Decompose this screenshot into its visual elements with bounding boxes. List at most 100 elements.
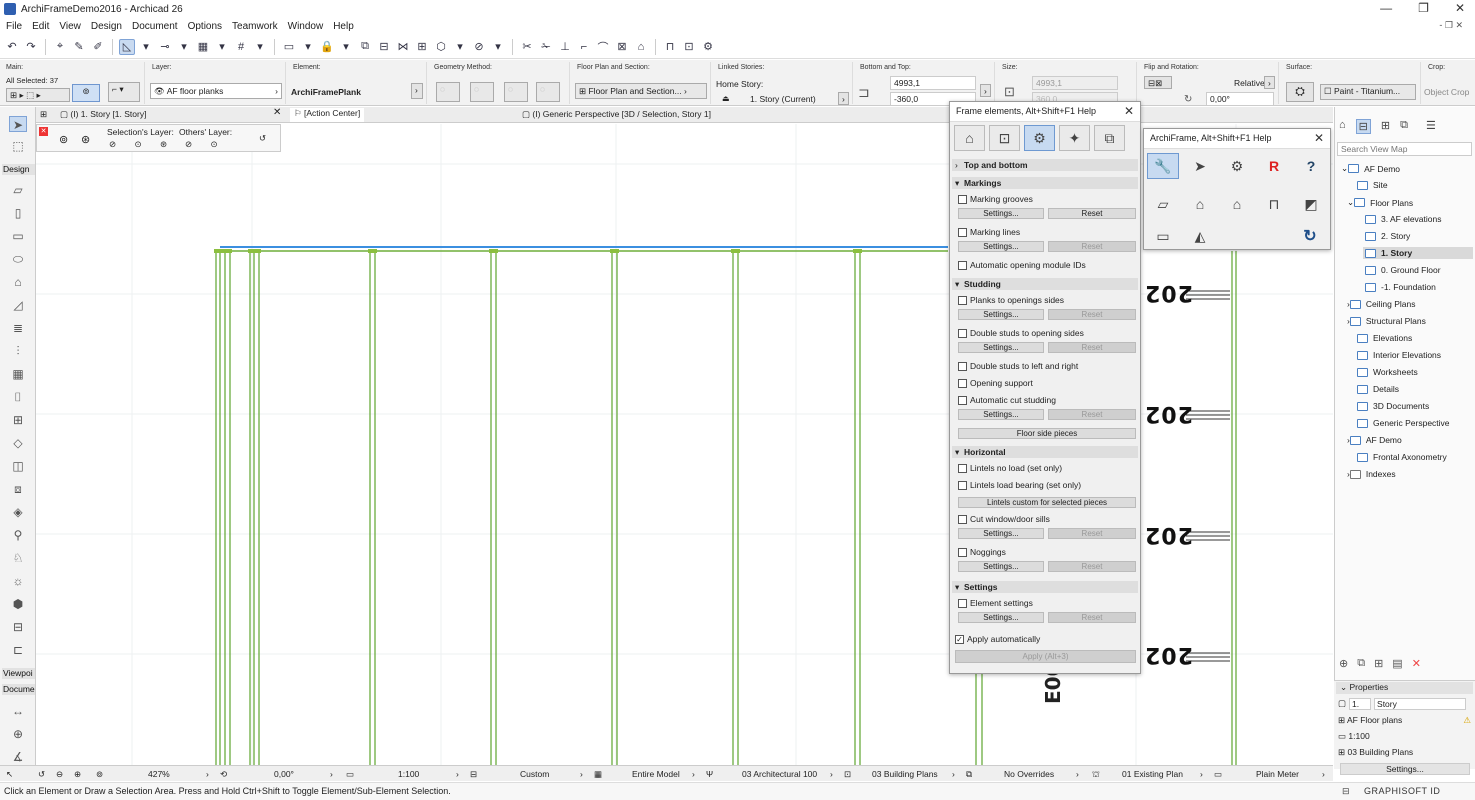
- refresh-icon[interactable]: ↻: [1294, 223, 1326, 249]
- menu-help[interactable]: Help: [333, 21, 354, 32]
- tile-icon[interactable]: ⊞: [40, 109, 47, 120]
- layer-view-icon[interactable]: ▭: [281, 39, 297, 55]
- archiframe-select-icon[interactable]: ➤: [1184, 153, 1216, 179]
- adjust-icon[interactable]: ⊥: [557, 39, 573, 55]
- wall-element-icon[interactable]: ⌂: [1184, 191, 1216, 217]
- section-settings[interactable]: Settings: [952, 581, 1138, 593]
- layout-book-icon[interactable]: ⊞: [1381, 119, 1390, 134]
- redo-icon[interactable]: ↷: [23, 39, 39, 55]
- fillet-icon[interactable]: ⌒: [595, 39, 611, 55]
- angle-dimension-tool-icon[interactable]: ∡: [9, 749, 27, 765]
- relative-arrow[interactable]: ›: [1264, 76, 1275, 89]
- frame-add-icon[interactable]: ✦: [1059, 125, 1090, 151]
- lamp-tool-icon[interactable]: ☼: [9, 573, 27, 589]
- auto-opening-ids-checkbox[interactable]: Automatic opening module IDs: [958, 260, 1086, 270]
- nav-item-af-elevations[interactable]: 3. AF elevations: [1365, 214, 1441, 224]
- tab-story[interactable]: ▢ (I) 1. Story [1. Story]: [60, 109, 146, 120]
- element-settings-box[interactable]: [958, 598, 967, 608]
- planks-openings-reset-button[interactable]: Reset: [1048, 309, 1136, 320]
- explode-icon[interactable]: ⊠: [614, 39, 630, 55]
- structure-arrow[interactable]: ›: [692, 769, 695, 779]
- element-settings-reset-button[interactable]: Reset: [1048, 612, 1136, 623]
- arrange-icon[interactable]: ⧉: [357, 39, 373, 55]
- wall-tool-icon[interactable]: ▱: [9, 182, 27, 198]
- opening-tool-icon[interactable]: ⊏: [9, 642, 27, 658]
- lintels-no-load-box[interactable]: [958, 463, 967, 473]
- lintels-no-load-checkbox[interactable]: Lintels no load (set only): [958, 463, 1062, 473]
- stair-tool-icon[interactable]: ≣: [9, 320, 27, 336]
- apply-auto-box[interactable]: ✓: [955, 634, 964, 644]
- noggings-settings-button[interactable]: Settings...: [958, 561, 1044, 572]
- angle-arrow[interactable]: ›: [330, 769, 333, 779]
- double-studs-opening-reset-button[interactable]: Reset: [1048, 342, 1136, 353]
- shell-tool-icon[interactable]: ◿: [9, 297, 27, 313]
- layer-icon-2[interactable]: ⊛: [81, 133, 90, 146]
- chair-tool-icon[interactable]: ♘: [9, 550, 27, 566]
- new-view-icon[interactable]: ⊕: [1339, 657, 1348, 670]
- geometry-straight-icon[interactable]: ◌: [436, 82, 460, 102]
- nav-item-elevations[interactable]: Elevations: [1357, 333, 1412, 343]
- nav-item-3d-documents[interactable]: 3D Documents: [1357, 401, 1429, 411]
- structure-value[interactable]: Entire Model: [632, 769, 680, 779]
- nav-item-story-2[interactable]: 2. Story: [1365, 231, 1410, 241]
- zoom-prev-icon[interactable]: ⊖: [56, 769, 63, 780]
- menu-view[interactable]: View: [59, 21, 81, 32]
- new-folder-icon[interactable]: ⊞: [1374, 657, 1383, 670]
- selection-layer-toggles[interactable]: ⊘ ⊙ ⊛: [109, 139, 175, 150]
- section-horizontal[interactable]: Horizontal: [952, 446, 1138, 458]
- override-arrow[interactable]: ›: [1076, 769, 1079, 779]
- navigator-menu-icon[interactable]: ☰: [1426, 119, 1436, 134]
- apply-button[interactable]: Apply (Alt+3): [955, 650, 1136, 663]
- auto-cut-settings-button[interactable]: Settings...: [958, 409, 1044, 420]
- geometry-rotated-icon[interactable]: ◌: [504, 82, 528, 102]
- trim-icon[interactable]: ✁: [538, 39, 554, 55]
- model-view-arrow[interactable]: ›: [952, 769, 955, 779]
- roof-element-icon[interactable]: ⌂: [1221, 191, 1253, 217]
- story-name-field[interactable]: Story: [1374, 698, 1467, 710]
- intersect-icon[interactable]: ⌐: [576, 39, 592, 55]
- double-studs-opening-box[interactable]: [958, 328, 967, 338]
- element-arrow-icon[interactable]: ›: [411, 83, 423, 99]
- frame-view-icon[interactable]: ⧉: [1094, 125, 1125, 151]
- planks-openings-box[interactable]: [958, 295, 967, 305]
- roof-tool-icon[interactable]: ⌂: [9, 274, 27, 290]
- lintels-load-checkbox[interactable]: Lintels load bearing (set only): [958, 480, 1081, 490]
- publisher-icon[interactable]: ⧉: [1400, 119, 1408, 134]
- close-button[interactable]: ✕: [1455, 1, 1465, 15]
- renovation-arrow[interactable]: ›: [1200, 769, 1203, 779]
- suspend-dropdown-icon[interactable]: ▾: [490, 39, 506, 55]
- railing-tool-icon[interactable]: ⫶: [9, 343, 27, 359]
- geometry-slanted-icon[interactable]: ◌: [536, 82, 560, 102]
- nav-item-ceiling-plans[interactable]: › Ceiling Plans: [1347, 299, 1415, 309]
- layer-icon-1[interactable]: ⊚: [59, 133, 68, 146]
- document-window-controls[interactable]: - ❐ ✕: [1439, 20, 1463, 31]
- log-icon[interactable]: ▭: [1147, 223, 1179, 249]
- menu-edit[interactable]: Edit: [32, 21, 49, 32]
- floor-side-pieces-button[interactable]: Floor side pieces: [958, 428, 1136, 439]
- grid-icon[interactable]: #: [233, 39, 249, 55]
- marking-grooves-box[interactable]: [958, 194, 967, 204]
- nav-item-af-demo[interactable]: ⌄ AF Demo: [1341, 163, 1400, 174]
- double-studs-lr-box[interactable]: [958, 361, 967, 371]
- frame-elements-icon[interactable]: ⊡: [681, 39, 697, 55]
- project-map-icon[interactable]: ⌂: [1339, 119, 1346, 134]
- tab-story-close-icon[interactable]: ✕: [273, 107, 281, 118]
- dimension-value[interactable]: Plain Meter: [1256, 769, 1299, 779]
- plank-tool-icon[interactable]: ⌐ ▾: [108, 82, 140, 102]
- layer-combo-value[interactable]: Custom: [520, 769, 549, 779]
- graphisoft-id-icon[interactable]: ⊟: [1342, 786, 1350, 797]
- tab-action-center[interactable]: ⚐ [Action Center]: [290, 108, 365, 122]
- eyedropper-icon[interactable]: ✎: [71, 39, 87, 55]
- apply-auto-checkbox[interactable]: ✓ Apply automatically: [955, 634, 1040, 644]
- marking-lines-reset-button[interactable]: Reset: [1048, 241, 1136, 252]
- door-tool-icon[interactable]: ⌷: [9, 389, 27, 405]
- grid-snap-icon[interactable]: ▦: [195, 39, 211, 55]
- menu-document[interactable]: Document: [132, 21, 178, 32]
- undo-icon[interactable]: ↶: [4, 39, 20, 55]
- skylight-tool-icon[interactable]: ◇: [9, 435, 27, 451]
- lintels-custom-button[interactable]: Lintels custom for selected pieces: [958, 497, 1136, 508]
- graphisoft-id-label[interactable]: GRAPHISOFT ID: [1364, 786, 1440, 796]
- nav-item-story-1[interactable]: 1. Story: [1363, 247, 1473, 259]
- archiframe-close-icon[interactable]: ✕: [1314, 131, 1324, 145]
- pick-up-icon[interactable]: ⌖: [52, 39, 68, 55]
